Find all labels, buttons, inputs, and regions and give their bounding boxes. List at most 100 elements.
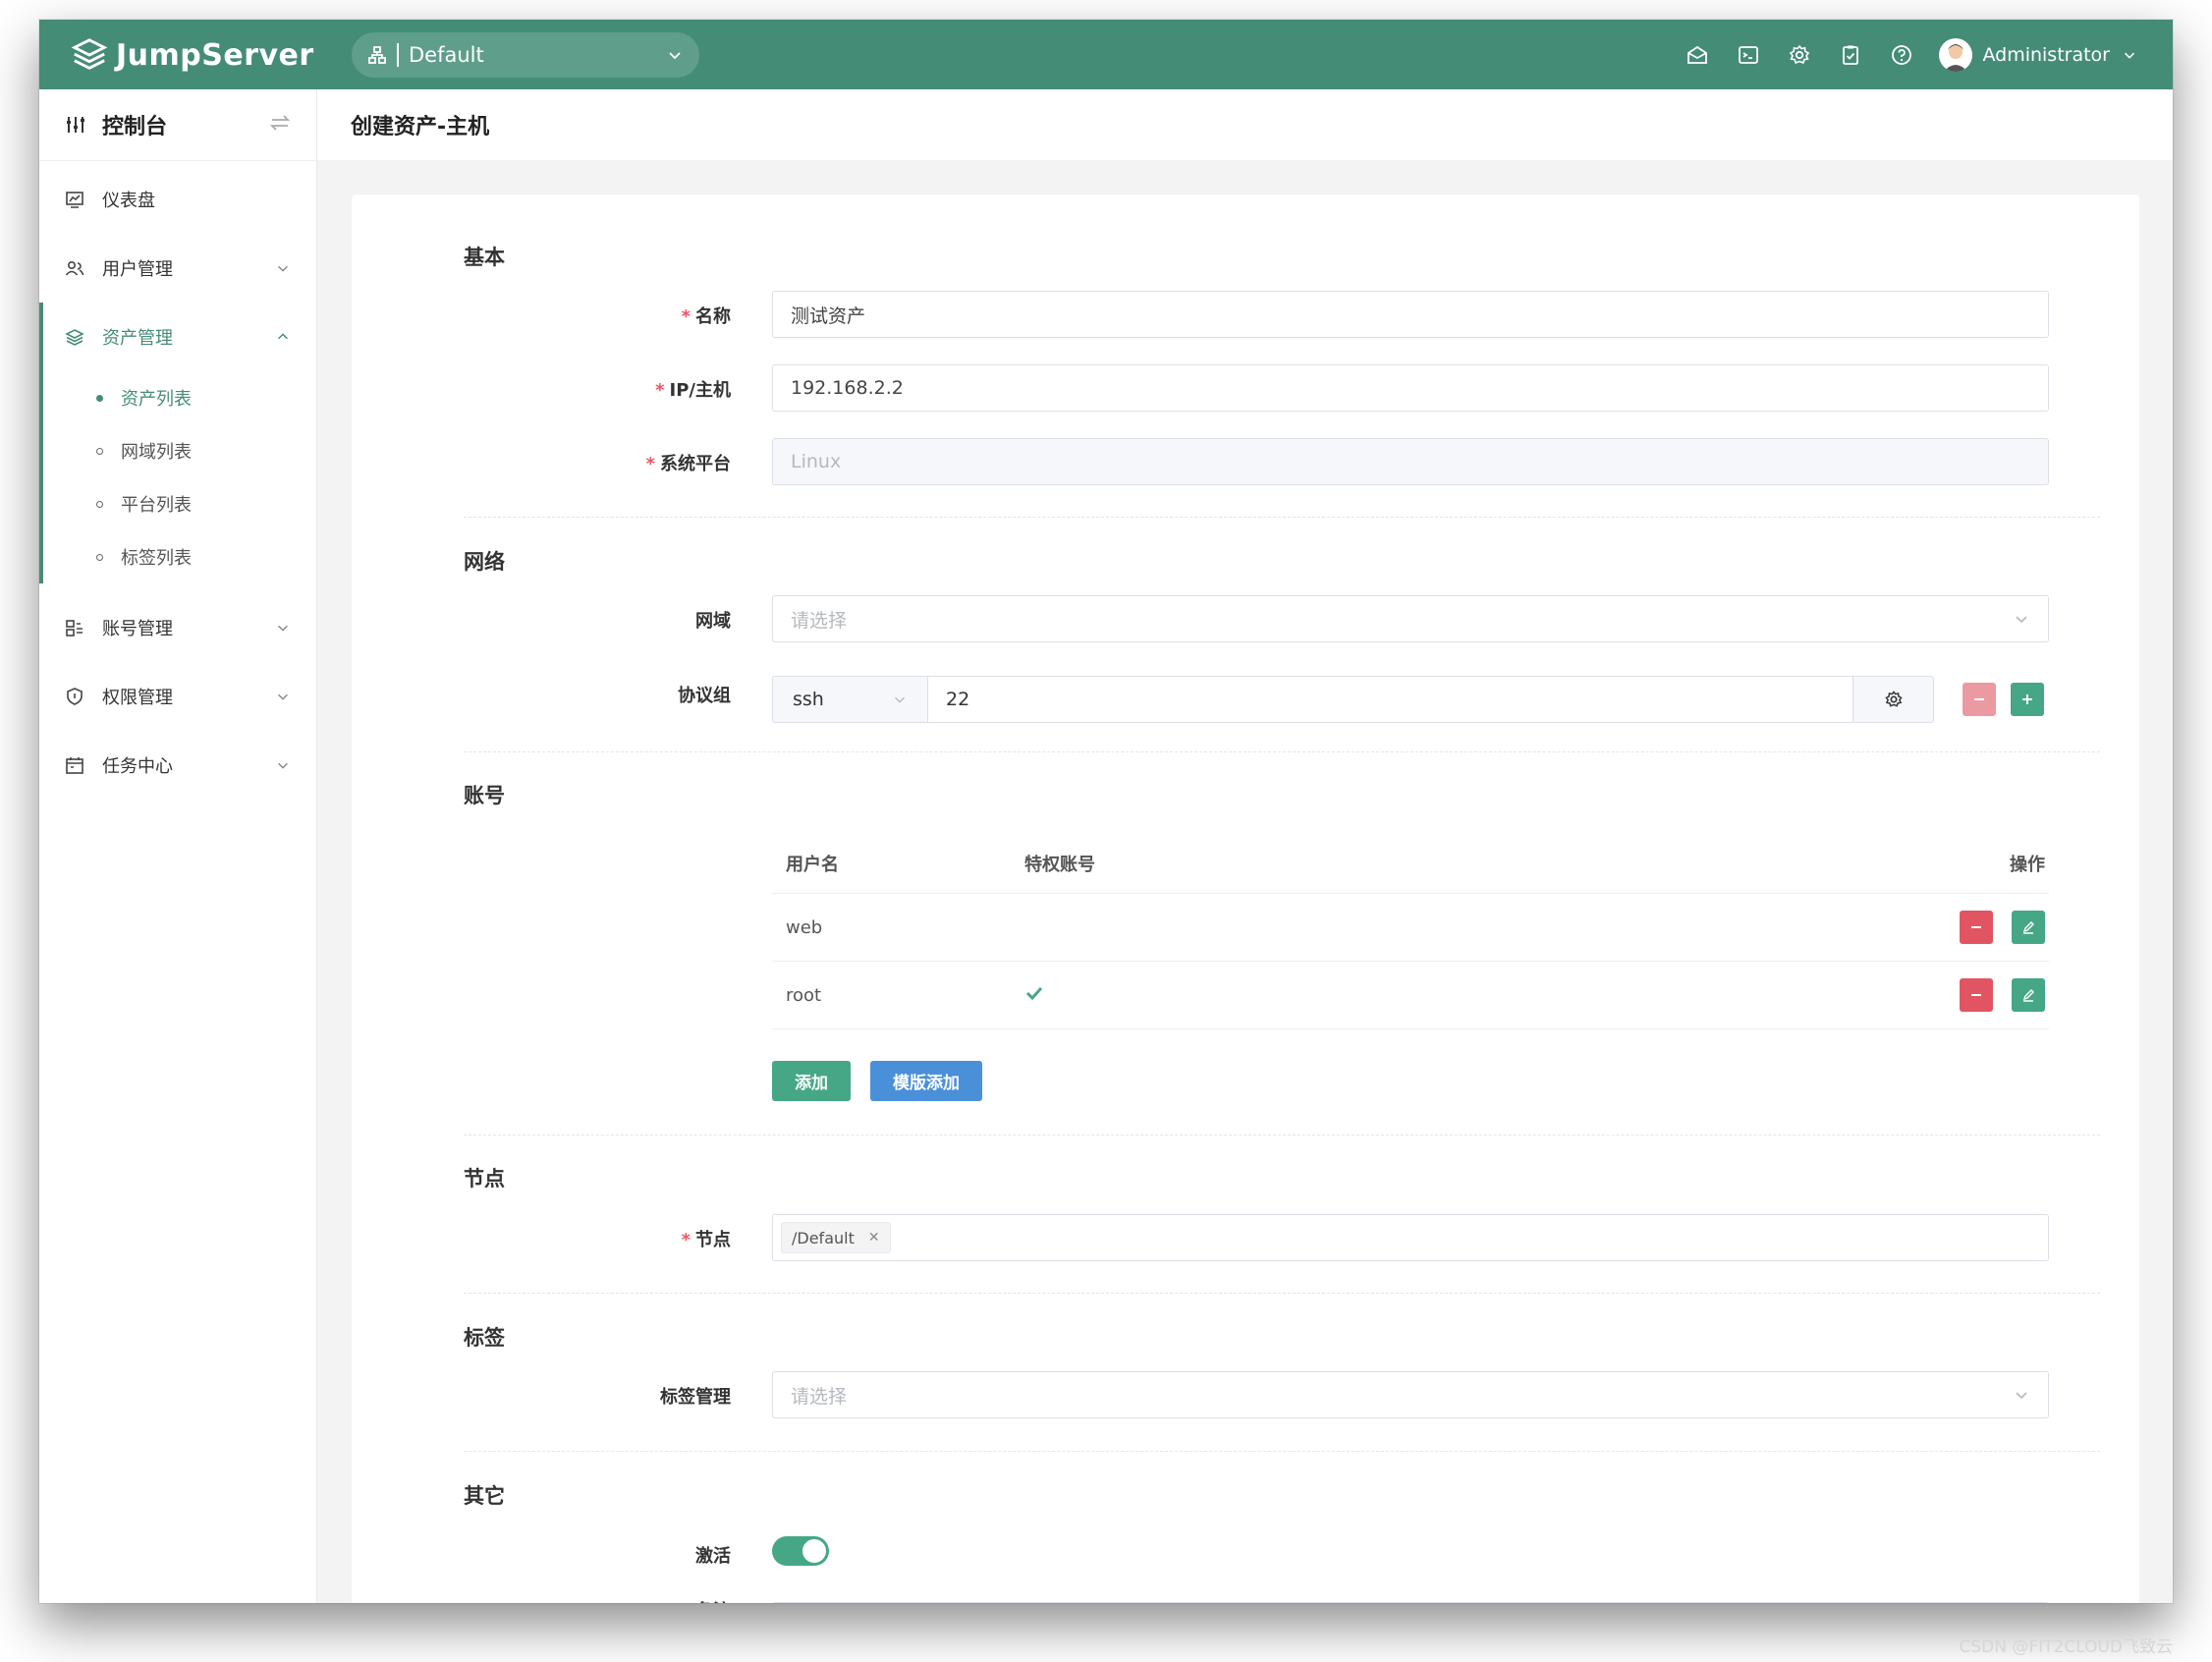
sidebar-item-users[interactable]: 用户管理 bbox=[39, 234, 316, 303]
delete-account-button[interactable] bbox=[1960, 978, 1993, 1012]
submenu-item-label-list[interactable]: 标签列表 bbox=[43, 530, 316, 583]
tickets-icon[interactable] bbox=[1837, 41, 1864, 69]
accounts-icon bbox=[66, 620, 83, 637]
chevron-down-icon bbox=[278, 762, 288, 769]
sidebar-item-dashboard[interactable]: 仪表盘 bbox=[39, 165, 316, 234]
toggle-knob bbox=[802, 1539, 826, 1563]
nodes-label: * 节点 bbox=[681, 1230, 731, 1250]
section-title-node: 节点 bbox=[464, 1167, 505, 1191]
protocol-row: ssh 22 bbox=[772, 676, 2044, 723]
name-input[interactable]: 测试资产 bbox=[772, 291, 2049, 338]
users-icon bbox=[65, 260, 84, 276]
user-menu[interactable]: Administrator bbox=[1939, 37, 2137, 72]
row-actions bbox=[1960, 911, 2049, 944]
assets-layers-icon bbox=[65, 329, 84, 346]
row-actions bbox=[1960, 978, 2049, 1012]
section-divider bbox=[464, 1135, 2100, 1136]
gear-icon bbox=[1884, 691, 1903, 707]
page-title: 创建资产-主机 bbox=[317, 89, 2173, 160]
brand-logo[interactable]: JumpServer bbox=[71, 33, 314, 77]
nodes-select[interactable]: /Default ✕ bbox=[772, 1214, 2049, 1261]
edit-account-button[interactable] bbox=[2012, 978, 2045, 1012]
web-terminal-icon[interactable] bbox=[1735, 41, 1762, 69]
accounts-table-header: 用户名 特权账号 操作 bbox=[772, 833, 2049, 894]
sidebar-title: 控制台 bbox=[102, 115, 168, 139]
brand-name: JumpServer bbox=[116, 37, 314, 73]
sidebar-item-label: 权限管理 bbox=[102, 688, 173, 708]
address-label: * IP/主机 bbox=[655, 380, 731, 401]
template-add-account-button[interactable]: 模版添加 bbox=[870, 1061, 982, 1101]
edit-pencil-icon bbox=[2022, 921, 2034, 934]
username: Administrator bbox=[1982, 43, 2110, 66]
minus-icon bbox=[1971, 994, 1981, 996]
column-header-privileged: 特权账号 bbox=[1024, 854, 1095, 875]
protocol-settings-button[interactable] bbox=[1853, 676, 1934, 723]
organization-select[interactable]: Default bbox=[352, 32, 699, 78]
submenu-item-asset-list[interactable]: 资产列表 bbox=[43, 371, 316, 424]
org-tree-icon bbox=[368, 46, 386, 64]
submenu-label: 平台列表 bbox=[121, 495, 192, 516]
account-username: web bbox=[786, 916, 823, 938]
delete-account-button[interactable] bbox=[1960, 911, 1993, 944]
jumpserver-logo-icon bbox=[71, 38, 108, 70]
accounts-table: 用户名 特权账号 操作 web root bbox=[772, 833, 2049, 1029]
labels-label: 标签管理 bbox=[660, 1387, 731, 1408]
org-select-separator bbox=[397, 43, 399, 67]
remove-protocol-button[interactable] bbox=[1963, 683, 1996, 716]
domain-label: 网域 bbox=[695, 611, 731, 632]
section-divider bbox=[464, 1293, 2100, 1294]
section-divider bbox=[464, 517, 2100, 518]
chevron-up-icon bbox=[278, 333, 288, 340]
name-label: * 名称 bbox=[681, 306, 731, 327]
sidebar-item-tasks[interactable]: 任务中心 bbox=[39, 731, 316, 800]
help-icon[interactable] bbox=[1888, 41, 1915, 69]
inbox-icon[interactable] bbox=[1684, 41, 1711, 69]
add-account-button[interactable]: 添加 bbox=[772, 1061, 851, 1101]
shield-icon bbox=[67, 688, 83, 705]
is-active-label: 激活 bbox=[695, 1546, 731, 1567]
submenu-label: 标签列表 bbox=[121, 548, 192, 569]
protocol-select[interactable]: ssh bbox=[772, 676, 927, 723]
chevron-down-icon bbox=[278, 693, 288, 700]
table-row: web bbox=[772, 894, 2049, 962]
domain-select[interactable]: 请选择 bbox=[772, 595, 2049, 642]
chevron-down-icon bbox=[278, 265, 288, 272]
labels-select[interactable]: 请选择 bbox=[772, 1371, 2049, 1418]
port-input[interactable]: 22 bbox=[927, 676, 1853, 723]
asset-create-form: 基本 * 名称 测试资产 * IP/主机 192.168.2.2 * 系统平台 Lin… bbox=[352, 194, 2139, 1603]
minus-icon bbox=[1971, 926, 1981, 928]
edit-pencil-icon bbox=[2022, 989, 2034, 1002]
submenu-label: 网域列表 bbox=[121, 442, 192, 463]
bullet-icon bbox=[96, 394, 103, 402]
section-divider bbox=[464, 751, 2100, 752]
sidebar-item-label: 账号管理 bbox=[102, 619, 173, 639]
comment-textarea[interactable] bbox=[772, 1602, 2049, 1603]
sidebar-item-label: 资产管理 bbox=[102, 328, 173, 349]
sidebar-item-permissions[interactable]: 权限管理 bbox=[39, 662, 316, 731]
column-header-username: 用户名 bbox=[786, 854, 839, 875]
sidebar: 控制台 仪表盘 用户管理 资产管理 资产列表 网域列表 平台列表 标签列表 账号… bbox=[39, 89, 317, 1603]
chevron-down-icon bbox=[2016, 616, 2027, 624]
section-title-network: 网络 bbox=[464, 550, 505, 574]
is-active-toggle[interactable] bbox=[772, 1536, 829, 1566]
submenu-item-platform-list[interactable]: 平台列表 bbox=[43, 477, 316, 530]
add-protocol-button[interactable] bbox=[2011, 683, 2044, 716]
chevron-down-icon bbox=[895, 696, 905, 703]
section-title-basic: 基本 bbox=[464, 246, 505, 269]
sidebar-item-accounts[interactable]: 账号管理 bbox=[39, 593, 316, 662]
watermark: CSDN @FIT2CLOUD飞致云 bbox=[1959, 1637, 2173, 1657]
sidebar-item-assets[interactable]: 资产管理 bbox=[43, 303, 316, 371]
account-username: root bbox=[786, 984, 822, 1006]
platform-input: Linux bbox=[772, 438, 2049, 485]
section-title-tags: 标签 bbox=[464, 1326, 505, 1350]
edit-account-button[interactable] bbox=[2012, 911, 2045, 944]
submenu-item-domain-list[interactable]: 网域列表 bbox=[43, 424, 316, 477]
settings-icon[interactable] bbox=[1786, 41, 1813, 69]
address-input[interactable]: 192.168.2.2 bbox=[772, 364, 2049, 412]
chevron-down-icon bbox=[278, 625, 288, 632]
close-icon[interactable]: ✕ bbox=[868, 1230, 880, 1246]
sidebar-group-assets: 资产管理 资产列表 网域列表 平台列表 标签列表 bbox=[39, 303, 316, 583]
sidebar-item-label: 仪表盘 bbox=[102, 191, 155, 211]
submenu-label: 资产列表 bbox=[121, 389, 192, 410]
view-switch-icon[interactable] bbox=[269, 112, 291, 138]
